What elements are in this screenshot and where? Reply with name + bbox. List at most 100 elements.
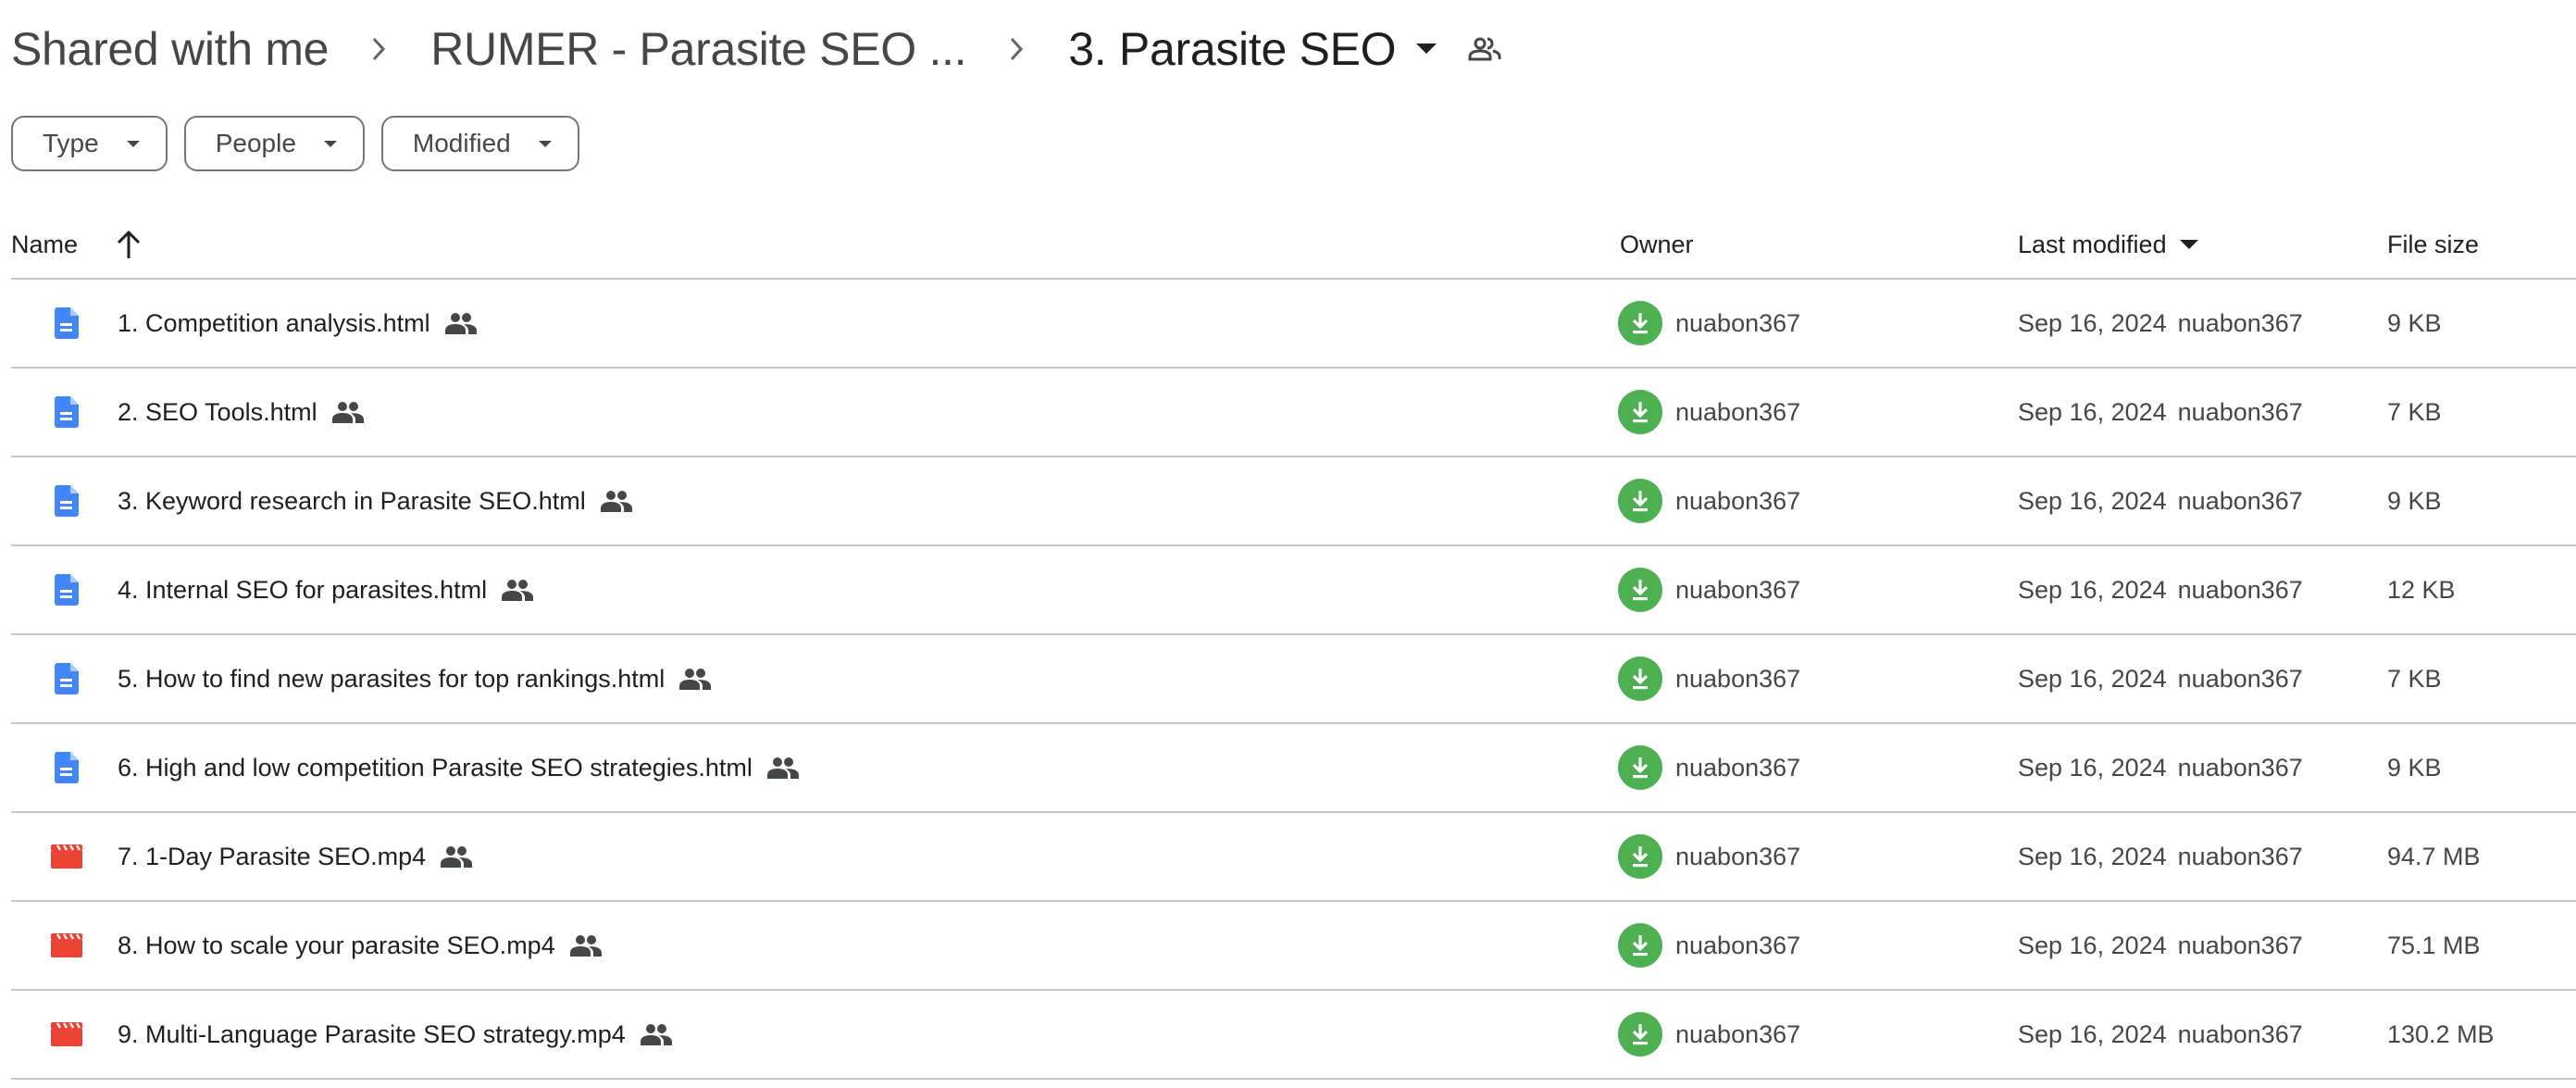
file-row[interactable]: 7. 1-Day Parasite SEO.mp4 nuabon367 Sep … [11,813,2576,902]
file-size-cell: 7 KB [2387,635,2442,722]
filter-chip-label: People [215,129,296,157]
owner-cell: nuabon367 [1618,724,1800,811]
column-header-last-modified-label: Last modified [2018,230,2167,258]
file-size: 94.7 MB [2387,842,2481,870]
file-row[interactable]: 1. Competition analysis.html nuabon367 S… [11,280,2576,369]
owner-name: nuabon367 [1675,664,1801,693]
file-size: 75.1 MB [2387,931,2481,959]
filter-bar: Type People Modified [11,116,579,171]
file-row[interactable]: 2. SEO Tools.html nuabon367 Sep 16, 2024… [11,369,2576,457]
modified-by: nuabon367 [2177,1019,2303,1048]
last-modified-cell: Sep 16, 2024 nuabon367 [2018,635,2303,722]
last-modified-cell: Sep 16, 2024 nuabon367 [2018,724,2303,811]
file-row[interactable]: 4. Internal SEO for parasites.html nuabo… [11,546,2576,635]
last-modified-cell: Sep 16, 2024 nuabon367 [2018,457,2303,544]
file-size-cell: 75.1 MB [2387,902,2481,989]
shared-people-icon [331,399,364,425]
file-name: 3. Keyword research in Parasite SEO.html [118,486,586,515]
modified-by: nuabon367 [2177,931,2303,959]
document-file-icon [48,305,85,342]
file-name-cell: 9. Multi-Language Parasite SEO strategy.… [48,991,672,1078]
file-row[interactable]: 8. How to scale your parasite SEO.mp4 nu… [11,902,2576,991]
chevron-right-icon [329,19,430,80]
file-name: 5. How to find new parasites for top ran… [118,664,666,693]
owner-avatar [1618,923,1662,968]
file-size-cell: 7 KB [2387,369,2442,456]
file-name-cell: 4. Internal SEO for parasites.html [48,546,534,633]
owner-avatar [1618,568,1662,612]
owner-cell: nuabon367 [1618,457,1800,544]
file-size: 9 KB [2387,486,2442,515]
filter-chip-people[interactable]: People [183,116,365,171]
filter-chip-modified[interactable]: Modified [380,116,579,171]
download-icon [1632,669,1649,690]
modified-by: nuabon367 [2177,397,2303,426]
owner-avatar [1618,479,1662,523]
file-size-cell: 94.7 MB [2387,813,2481,900]
chevron-right-icon [966,19,1068,80]
shared-people-icon [444,310,477,336]
breadcrumb-item-shared-with-me[interactable]: Shared with me [11,22,330,76]
file-size: 9 KB [2387,308,2442,337]
shared-people-icon [502,577,534,603]
owner-cell: nuabon367 [1618,902,1800,989]
breadcrumb-item-current-folder[interactable]: 3. Parasite SEO [1068,22,1396,76]
file-size: 12 KB [2387,575,2456,604]
video-file-icon [48,1016,85,1053]
modified-date: Sep 16, 2024 [2018,397,2167,426]
modified-date: Sep 16, 2024 [2018,308,2167,337]
download-icon [1632,846,1649,868]
owner-avatar [1618,657,1662,701]
owner-name: nuabon367 [1675,308,1801,337]
file-size-cell: 9 KB [2387,724,2442,811]
file-name-cell: 1. Competition analysis.html [48,280,477,367]
arrow-upward-icon [117,230,141,258]
modified-by: nuabon367 [2177,575,2303,604]
breadcrumb-item-parent-folder[interactable]: RUMER - Parasite SEO ... [430,22,966,76]
file-row[interactable]: 6. High and low competition Parasite SEO… [11,724,2576,813]
file-row[interactable]: 9. Multi-Language Parasite SEO strategy.… [11,991,2576,1080]
file-name: 6. High and low competition Parasite SEO… [118,753,753,782]
column-header-file-size[interactable]: File size [2387,211,2479,278]
document-file-icon [48,571,85,608]
column-header-last-modified[interactable]: Last modified [2018,211,2198,278]
file-row[interactable]: 5. How to find new parasites for top ran… [11,635,2576,724]
document-file-icon [48,482,85,519]
last-modified-cell: Sep 16, 2024 nuabon367 [2018,902,2303,989]
column-header-name[interactable]: Name [11,211,141,278]
column-header-owner[interactable]: Owner [1620,211,1694,278]
modified-date: Sep 16, 2024 [2018,931,2167,959]
owner-name: nuabon367 [1675,1019,1801,1048]
modified-date: Sep 16, 2024 [2018,486,2167,515]
video-file-icon [48,838,85,875]
sort-direction-button[interactable] [117,229,141,260]
modified-by: nuabon367 [2177,753,2303,782]
last-modified-cell: Sep 16, 2024 nuabon367 [2018,280,2303,367]
filter-chip-label: Type [43,129,99,157]
column-header-name-label: Name [11,230,79,258]
file-name-cell: 2. SEO Tools.html [48,369,364,456]
file-name: 9. Multi-Language Parasite SEO strategy.… [118,1019,626,1048]
owner-cell: nuabon367 [1618,813,1800,900]
download-icon [1632,935,1649,957]
file-size: 130.2 MB [2387,1019,2495,1048]
file-row[interactable]: 3. Keyword research in Parasite SEO.html… [11,457,2576,546]
owner-avatar [1618,1012,1662,1057]
folder-actions-dropdown-button[interactable] [1405,28,1448,70]
shared-people-icon [640,1021,672,1047]
owner-name: nuabon367 [1675,397,1801,426]
file-size-cell: 9 KB [2387,280,2442,367]
shared-people-icon [766,755,799,781]
column-header-file-size-label: File size [2387,230,2480,258]
owner-cell: nuabon367 [1618,991,1800,1078]
shared-people-icon [600,488,632,514]
filter-chip-type[interactable]: Type [11,116,168,171]
share-people-button[interactable] [1466,31,1503,68]
document-file-icon [48,660,85,697]
modified-date: Sep 16, 2024 [2018,575,2167,604]
video-file-icon [48,927,85,964]
download-icon [1632,313,1649,334]
owner-avatar [1618,301,1662,345]
owner-cell: nuabon367 [1618,635,1800,722]
owner-cell: nuabon367 [1618,369,1800,456]
